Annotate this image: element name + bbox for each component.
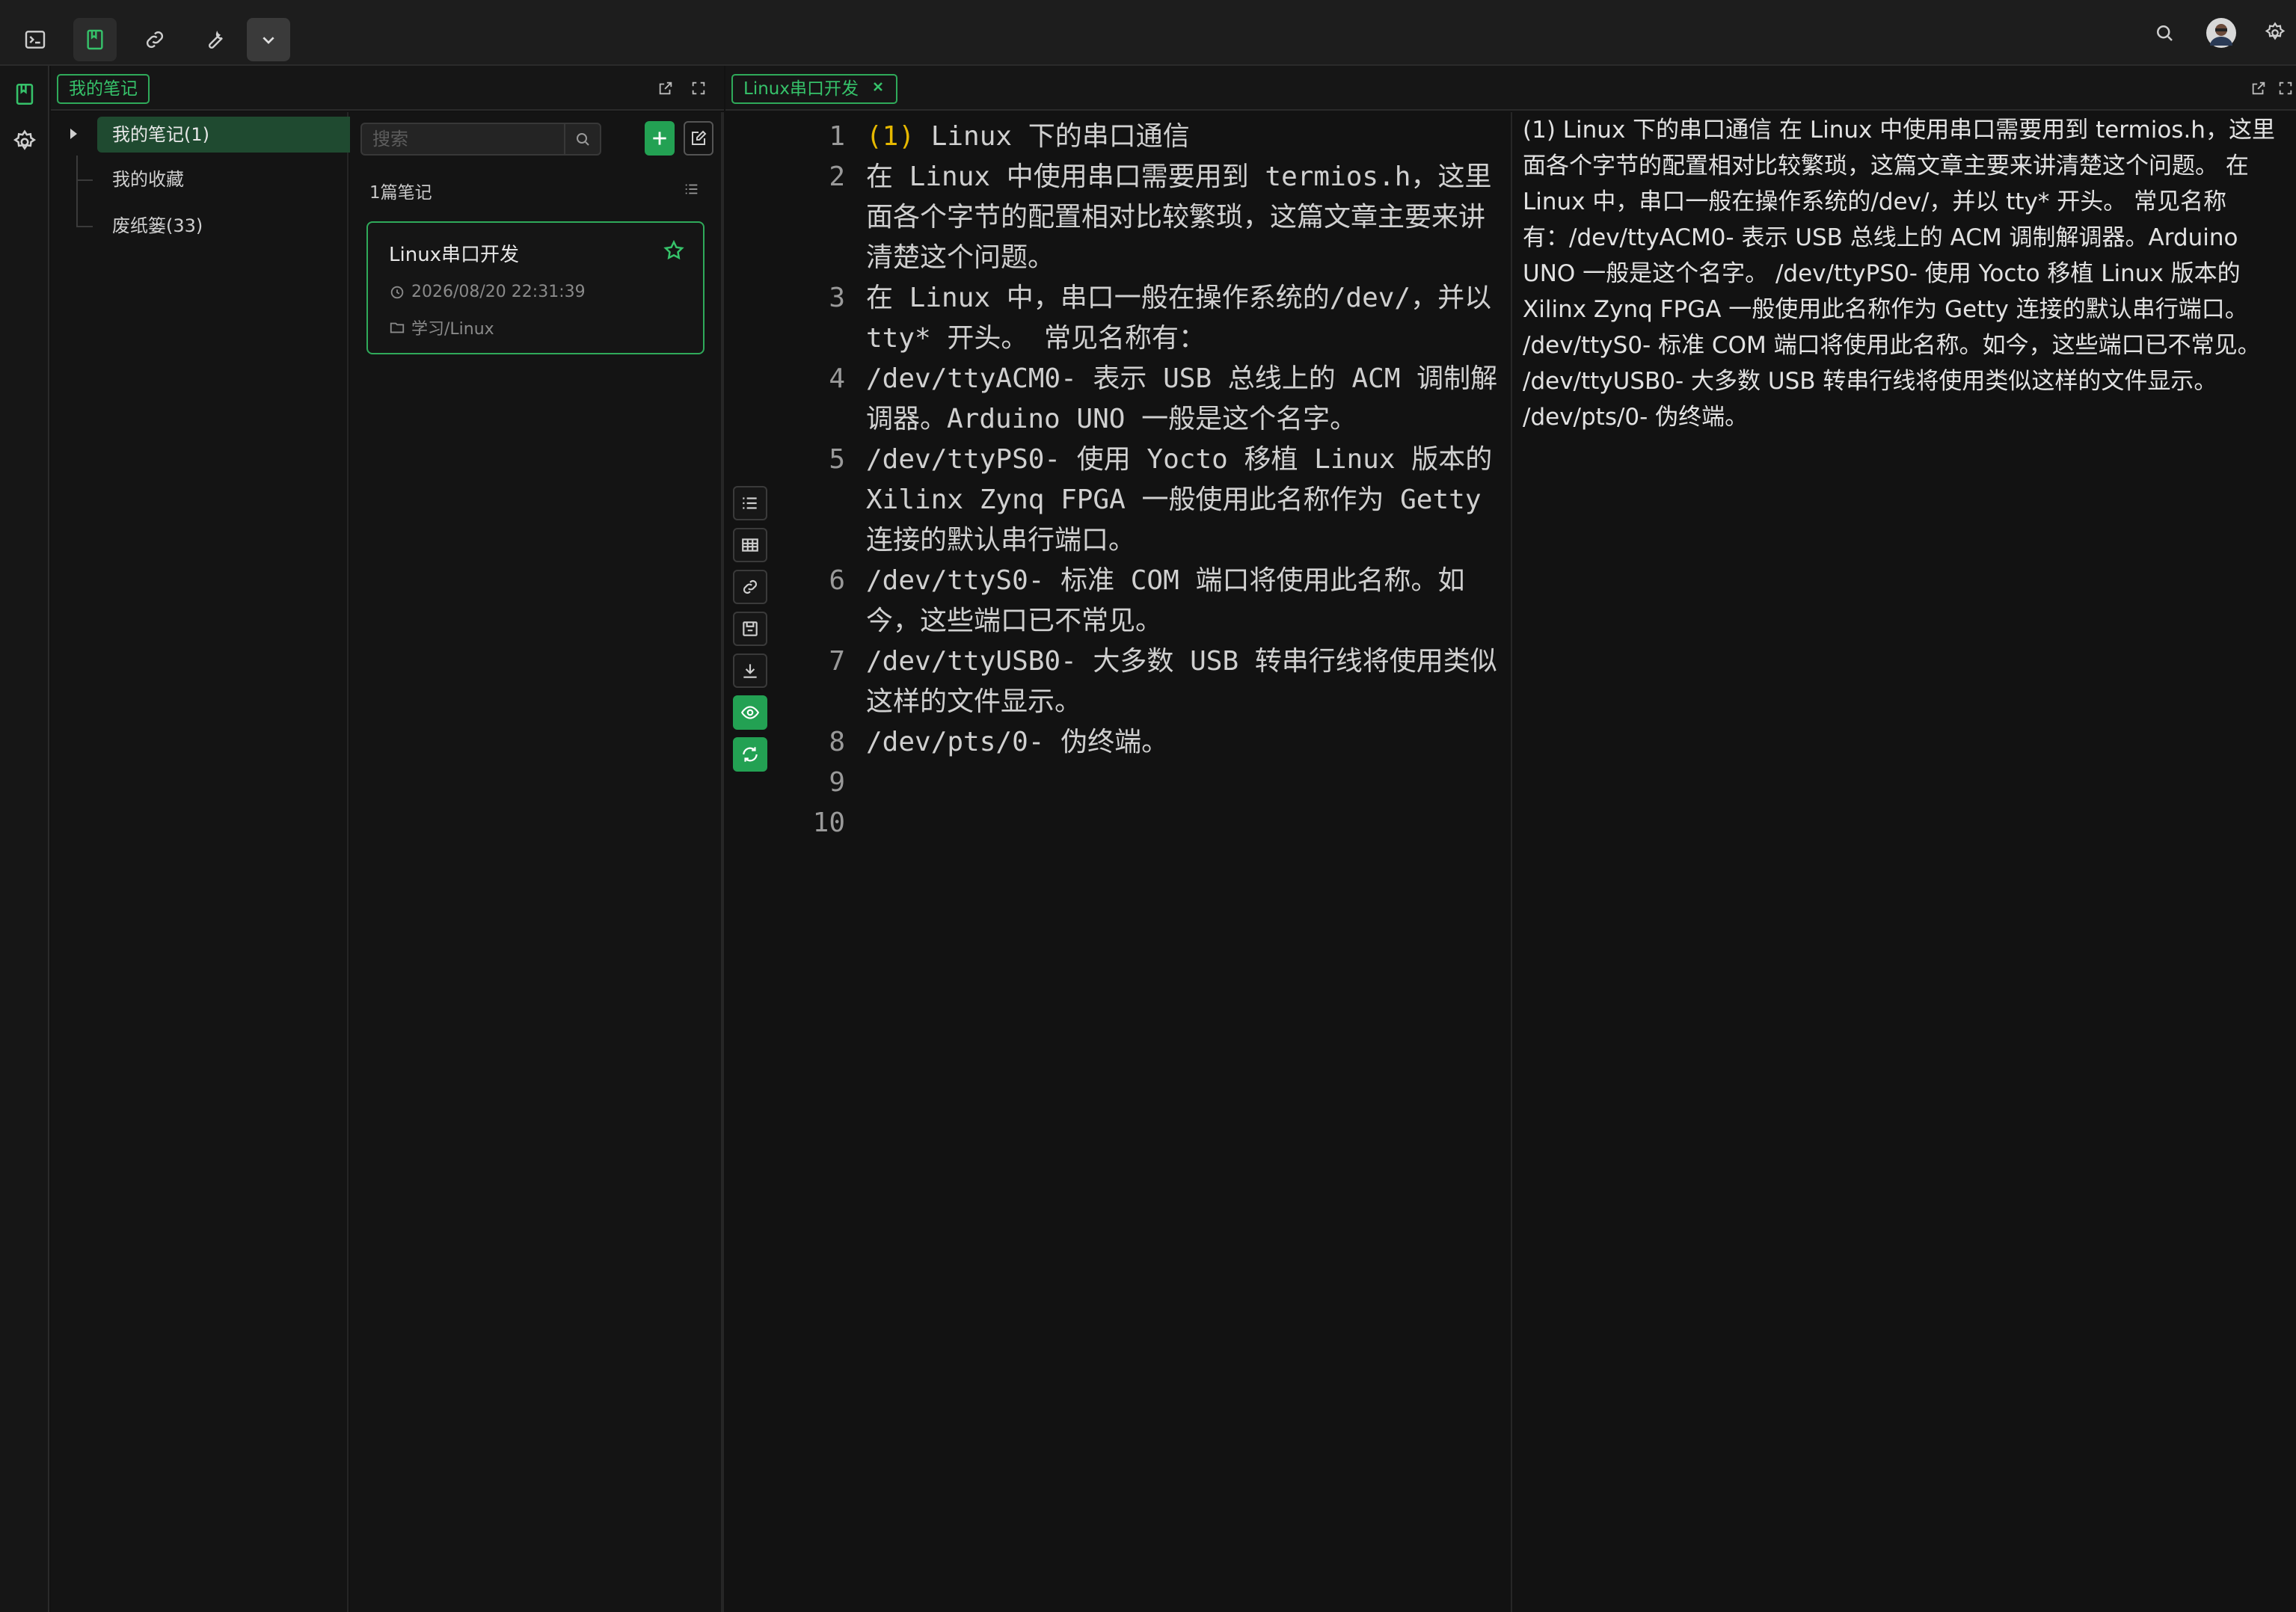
folder-icon [390, 322, 405, 333]
open-external-icon[interactable] [655, 78, 676, 99]
code-line: 10 [784, 803, 1502, 843]
note-card-folder-text: 学习/Linux [411, 320, 494, 339]
note-card-title: Linux串口开发 [389, 244, 520, 266]
code-line: 5 /dev/ttyPS0- 使用 Yocto 移植 Linux 版本的 Xil… [784, 440, 1502, 561]
download-icon[interactable] [733, 653, 767, 688]
sync-icon[interactable] [733, 737, 767, 772]
tree-item-trash[interactable]: 废纸篓(33) [97, 208, 393, 244]
code-line: 9 [784, 763, 1502, 803]
expand-arrow-icon[interactable] [70, 129, 77, 139]
preview-text: (1) Linux 下的串口通信 在 Linux 中使用串口需要用到 termi… [1523, 117, 2275, 431]
line-number: 9 [829, 767, 845, 798]
note-card-time: 2026/08/20 22:31:39 [389, 283, 586, 301]
top-bar [0, 0, 2296, 66]
line-number: 7 [829, 646, 845, 677]
line-number: 4 [829, 363, 845, 394]
activity-bar [0, 66, 49, 1612]
tab-note-label: Linux串口开发 [743, 79, 859, 99]
note-count: 1篇笔记 [369, 183, 432, 203]
wrench-icon[interactable] [193, 18, 236, 61]
tree-item-favorites[interactable]: 我的收藏 [97, 161, 393, 197]
list-view-icon[interactable] [684, 181, 700, 200]
gear-icon[interactable] [7, 124, 43, 160]
clock-icon [390, 286, 404, 298]
code-line: 8 /dev/pts/0- 伪终端。 [784, 722, 1502, 763]
open-external-icon[interactable] [2248, 78, 2269, 99]
note-list: 1篇笔记 Linux串口开发 2026/08/20 22:31:39 学习/Li… [350, 112, 724, 1612]
editor-toolbar [733, 486, 772, 779]
code-line: 2 在 Linux 中使用串口需要用到 termios.h，这里面各个字节的配置… [784, 157, 1502, 278]
line-text[interactable]: /dev/ttyUSB0- 大多数 USB 转串行线将使用类似这样的文件显示。 [845, 642, 1502, 722]
line-text[interactable]: 在 Linux 中，串口一般在操作系统的/dev/，并以 tty* 开头。 常见… [845, 278, 1502, 359]
line-text[interactable]: /dev/ttyACM0- 表示 USB 总线上的 ACM 调制解调器。Ardu… [845, 359, 1502, 440]
line-number: 10 [812, 807, 845, 838]
line-number: 8 [829, 727, 845, 757]
note-card-time-text: 2026/08/20 22:31:39 [411, 283, 586, 301]
code-line: 4 /dev/ttyACM0- 表示 USB 总线上的 ACM 调制解调器。Ar… [784, 359, 1502, 440]
line-number: 3 [829, 283, 845, 313]
add-note-button[interactable] [645, 121, 675, 156]
line-text[interactable] [845, 763, 1502, 803]
notes-icon[interactable] [7, 76, 43, 112]
avatar[interactable] [2205, 16, 2238, 49]
link-icon[interactable] [733, 570, 767, 604]
preview-eye-icon[interactable] [733, 695, 767, 730]
tree-item-my-notes[interactable]: 我的笔记(1) [97, 117, 393, 153]
search-input[interactable] [362, 124, 556, 154]
line-number: 1 [829, 121, 845, 152]
line-number: 5 [829, 444, 845, 475]
search-icon[interactable] [2148, 16, 2181, 49]
table-icon[interactable] [733, 528, 767, 562]
code-lines: 1 (1) Linux 下的串口通信 2 在 Linux 中使用串口需要用到 t… [784, 117, 1502, 843]
line-text[interactable] [845, 803, 1502, 843]
code-line: 6 /dev/ttyS0- 标准 COM 端口将使用此名称。如今，这些端口已不常… [784, 561, 1502, 642]
note-icon[interactable] [73, 18, 117, 61]
code-line: 7 /dev/ttyUSB0- 大多数 USB 转串行线将使用类似这样的文件显示… [784, 642, 1502, 722]
code-line: 3 在 Linux 中，串口一般在操作系统的/dev/，并以 tty* 开头。 … [784, 278, 1502, 359]
line-text[interactable]: (1) Linux 下的串口通信 [845, 117, 1502, 157]
settings-icon[interactable] [2259, 16, 2292, 49]
link-icon[interactable] [133, 18, 177, 61]
save-icon[interactable] [733, 612, 767, 646]
notes-tab-strip: 我的笔记 [51, 66, 724, 111]
tree-guide [76, 156, 78, 227]
line-1-rest: Linux 下的串口通信 [915, 121, 1190, 152]
editor-tab-strip: Linux串口开发 [725, 66, 2296, 111]
code-line: 1 (1) Linux 下的串口通信 [784, 117, 1502, 157]
markdown-preview: (1) Linux 下的串口通信 在 Linux 中使用串口需要用到 termi… [1514, 112, 2296, 1612]
line-number: 6 [829, 565, 845, 596]
terminal-icon[interactable] [13, 18, 57, 61]
tab-note[interactable]: Linux串口开发 [731, 74, 897, 104]
line-text[interactable]: /dev/pts/0- 伪终端。 [845, 722, 1502, 763]
line-text[interactable]: /dev/ttyPS0- 使用 Yocto 移植 Linux 版本的 Xilin… [845, 440, 1502, 561]
markdown-editor[interactable]: 1 (1) Linux 下的串口通信 2 在 Linux 中使用串口需要用到 t… [725, 112, 1512, 1612]
note-card[interactable]: Linux串口开发 2026/08/20 22:31:39 学习/Linux [366, 221, 705, 354]
fullscreen-icon[interactable] [2275, 78, 2296, 99]
fullscreen-icon[interactable] [688, 78, 709, 99]
toc-icon[interactable] [733, 486, 767, 520]
bracket-highlight: (1) [866, 121, 915, 152]
line-number: 2 [829, 161, 845, 192]
new-note-edit-button[interactable] [684, 121, 713, 156]
tree-guide [76, 179, 93, 181]
note-card-folder: 学习/Linux [389, 316, 494, 339]
line-text[interactable]: /dev/ttyS0- 标准 COM 端口将使用此名称。如今，这些端口已不常见。 [845, 561, 1502, 642]
chevron-down-icon[interactable] [247, 18, 290, 61]
search-box [360, 123, 601, 156]
folder-tree: 我的笔记(1) 我的收藏 废纸篓(33) [51, 112, 393, 1612]
close-icon[interactable] [871, 76, 885, 102]
line-text[interactable]: 在 Linux 中使用串口需要用到 termios.h，这里面各个字节的配置相对… [845, 157, 1502, 278]
tree-guide [76, 226, 93, 227]
tab-my-notes[interactable]: 我的笔记 [57, 74, 150, 104]
search-icon[interactable] [564, 124, 600, 154]
star-icon[interactable] [663, 239, 685, 265]
